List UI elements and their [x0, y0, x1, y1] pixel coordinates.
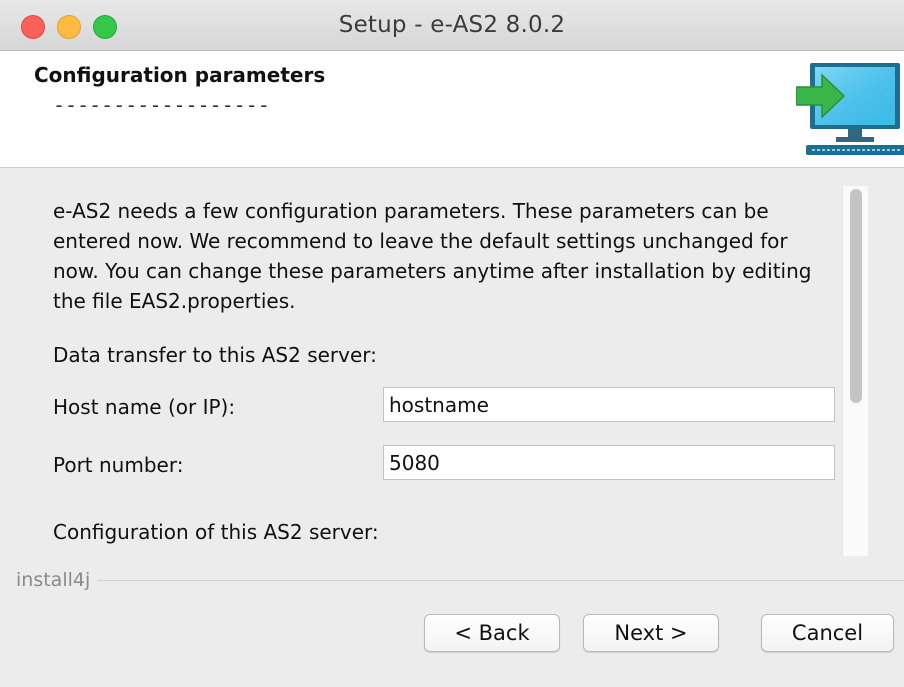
- description-text: e-AS2 needs a few configuration paramete…: [53, 199, 812, 313]
- setup-window: Setup - e-AS2 8.0.2 Configuration parame…: [0, 0, 904, 687]
- host-name-label: Host name (or IP):: [53, 395, 236, 419]
- footer-divider: [16, 580, 904, 581]
- title-bar[interactable]: Setup - e-AS2 8.0.2: [0, 0, 904, 51]
- content-panel: e-AS2 needs a few configuration paramete…: [0, 168, 904, 560]
- section-label-configuration: Configuration of this AS2 server:: [53, 520, 379, 544]
- port-number-input[interactable]: [383, 445, 835, 480]
- page-title: Configuration parameters: [34, 63, 326, 87]
- cancel-button[interactable]: Cancel: [761, 614, 894, 652]
- next-button[interactable]: Next >: [583, 614, 719, 652]
- scrollbar-thumb[interactable]: [850, 189, 862, 403]
- section-label-data-transfer: Data transfer to this AS2 server:: [53, 343, 377, 367]
- host-name-input[interactable]: [383, 387, 835, 422]
- install4j-brand: install4j: [16, 569, 99, 591]
- header-panel: Configuration parameters ---------------…: [0, 51, 904, 168]
- scrollbar[interactable]: [842, 186, 868, 556]
- window-title: Setup - e-AS2 8.0.2: [338, 12, 566, 38]
- port-number-label: Port number:: [53, 453, 184, 477]
- monitor-arrow-icon: [796, 63, 904, 155]
- page-subtitle: ------------------: [53, 93, 270, 117]
- back-button[interactable]: < Back: [424, 614, 560, 652]
